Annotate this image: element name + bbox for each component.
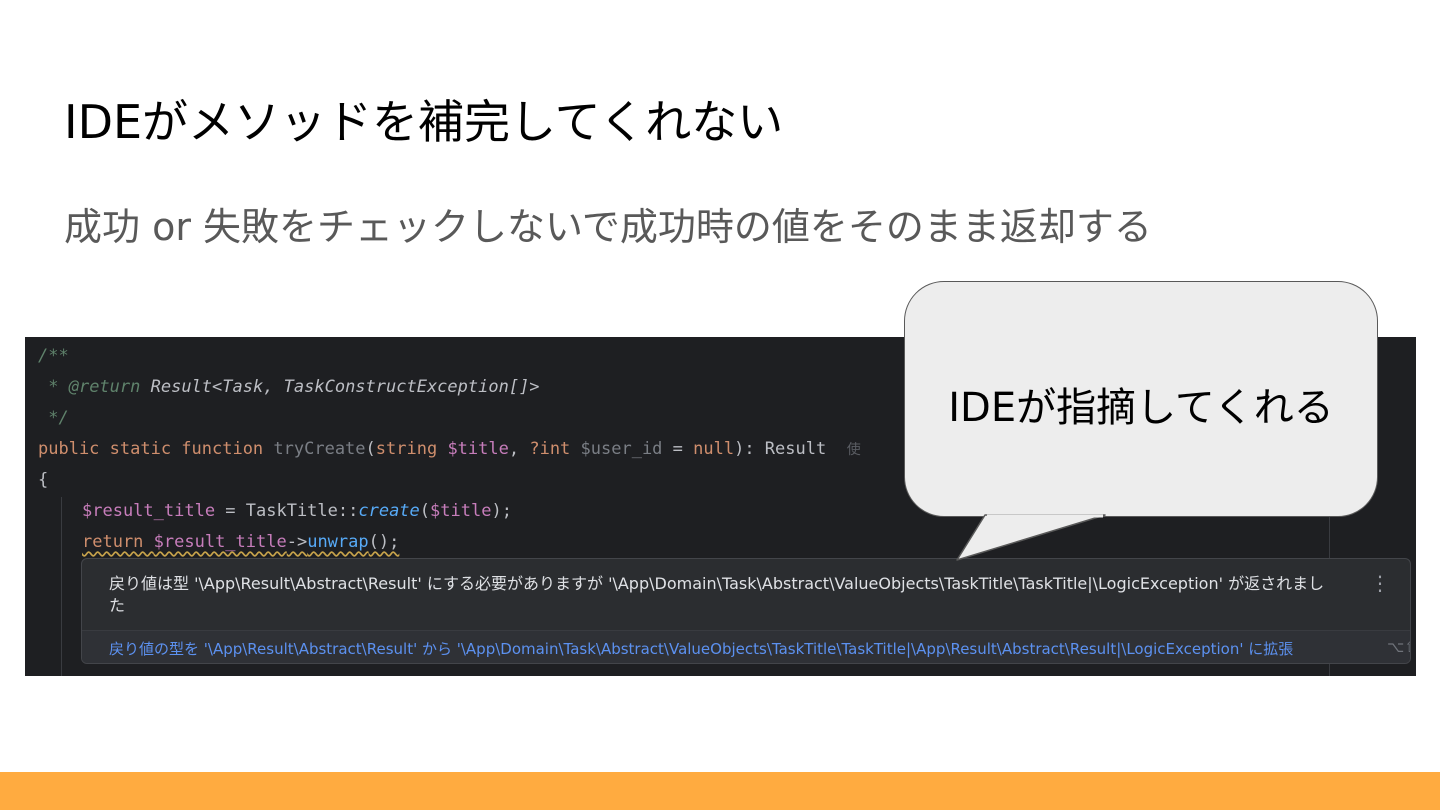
code-line-1[interactable]: /** [38,341,69,372]
param-separator: , [508,439,530,459]
doc-comment-star: * [38,377,69,397]
slide-title: IDEがメソッドを補完してくれない [64,95,784,149]
param-default-eq: = [662,439,694,459]
code-line-5[interactable]: { [38,465,48,496]
function-name: tryCreate [273,439,366,459]
code-line-2[interactable]: * @return Result<Task, TaskConstructExce… [38,372,540,403]
static-method-create: create [358,501,420,521]
doc-comment-close: */ [38,408,69,428]
assign-class: = TaskTitle:: [215,501,359,521]
inspection-tooltip[interactable]: 戻り値は型 '\App\Result\Abstract\Result' にする必… [81,558,1411,664]
code-line-3[interactable]: */ [38,403,69,434]
inspection-message: 戻り値は型 '\App\Result\Abstract\Result' にする必… [109,574,1325,615]
indent-guide [61,497,62,676]
param-title: $title [447,439,509,459]
usages-hint[interactable]: 使 [847,442,861,458]
code-line-4[interactable]: public static function tryCreate(string … [38,434,861,465]
return-var: $result_title [153,532,287,552]
arg-title: $title [430,501,492,521]
vertical-ellipsis-icon[interactable]: ⋮ [1370,571,1390,595]
doc-return-tag: @return [68,377,141,397]
slide-subtitle: 成功 or 失敗をチェックしないで成功時の値をそのまま返却する [64,205,1152,249]
keywords: public static function [38,439,274,459]
code-line-7[interactable]: return $result_title->unwrap(); [82,527,399,558]
error-highlight[interactable]: return $result_title->unwrap(); [82,532,399,552]
arrow-operator: -> [286,532,308,552]
quick-fix-bar[interactable]: 戻り値の型を '\App\Result\Abstract\Result' から … [82,630,1410,663]
method-unwrap: unwrap [307,532,369,552]
doc-comment-open: /** [38,346,69,366]
paren: ( [365,439,376,459]
param-user-id: $user_id [580,439,663,459]
paren-close: ); [491,501,512,521]
code-line-6[interactable]: $result_title = TaskTitle::create($title… [82,496,512,527]
doc-return-type: Result<Task, TaskConstructException[]> [140,377,540,397]
call-end: (); [368,532,400,552]
var-result-title: $result_title [82,501,216,521]
quick-fix-shortcut: ⌥⇧ [1387,638,1410,656]
param-type-int: ?int [529,439,581,459]
open-brace: { [38,470,49,490]
return-keyword: return [82,532,154,552]
speech-bubble-text: IDEが指摘してくれる [948,385,1334,431]
footer-accent-bar [0,772,1440,810]
return-type: ): Result [734,439,827,459]
param-type-string: string [375,439,448,459]
quick-fix-link[interactable]: 戻り値の型を '\App\Result\Abstract\Result' から … [109,638,1293,659]
paren-open: ( [419,501,431,521]
null-keyword: null [693,439,735,459]
